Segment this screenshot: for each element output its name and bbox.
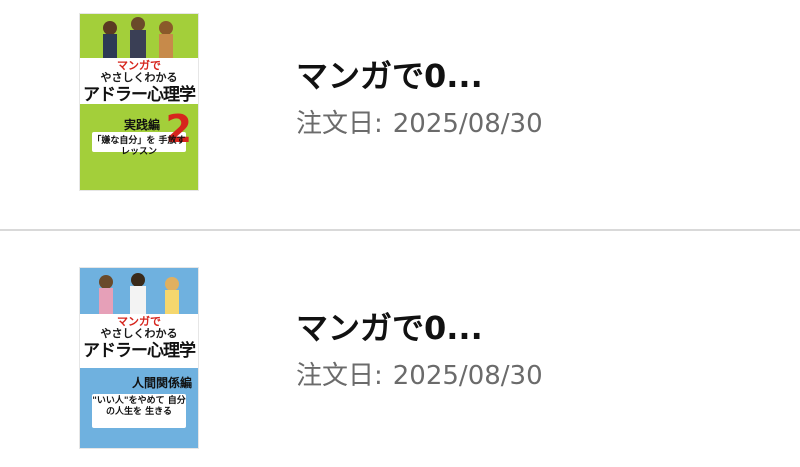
row-divider [0, 229, 800, 231]
order-date-value: 2025/08/30 [392, 361, 543, 391]
cover-main-title: アドラー心理学 [83, 85, 196, 105]
cover-volume-label: 人間関係編 [131, 376, 192, 390]
cover-kana: マンガで やさしくわかる [86, 60, 192, 84]
cover-volume-label: 実践編 [123, 118, 160, 132]
order-date-label: 注文日: [296, 361, 383, 391]
order-date-label: 注文日: [296, 109, 383, 139]
order-date: 注文日: 2025/08/30 [296, 358, 543, 394]
order-list: マンガで やさしくわかる アドラー心理学 実践編 2 「嫌な自分」を 手放すレッ… [0, 0, 800, 467]
cover-kana-bottom: やさしくわかる [100, 71, 178, 84]
cover-blurb: 「嫌な自分」を 手放すレッスン [92, 136, 186, 157]
book-cover-image[interactable]: マンガで やさしくわかる アドラー心理学 人間関係編 "いい人"をやめて 自分の… [80, 268, 198, 448]
order-item[interactable]: マンガで やさしくわかる アドラー心理学 人間関係編 "いい人"をやめて 自分の… [0, 266, 800, 466]
cover-main-title: アドラー心理学 [83, 341, 196, 361]
cover-kana: マンガで やさしくわかる [86, 316, 192, 340]
order-date: 注文日: 2025/08/30 [296, 106, 543, 142]
order-item[interactable]: マンガで やさしくわかる アドラー心理学 実践編 2 「嫌な自分」を 手放すレッ… [0, 14, 800, 214]
cover-kana-bottom: やさしくわかる [100, 327, 178, 340]
item-title[interactable]: マンガで0... [296, 56, 483, 96]
order-date-value: 2025/08/30 [392, 109, 543, 139]
cover-blurb: "いい人"をやめて 自分の人生を 生きる [92, 396, 186, 417]
item-title[interactable]: マンガで0... [296, 308, 483, 348]
book-cover-image[interactable]: マンガで やさしくわかる アドラー心理学 実践編 2 「嫌な自分」を 手放すレッ… [80, 14, 198, 190]
